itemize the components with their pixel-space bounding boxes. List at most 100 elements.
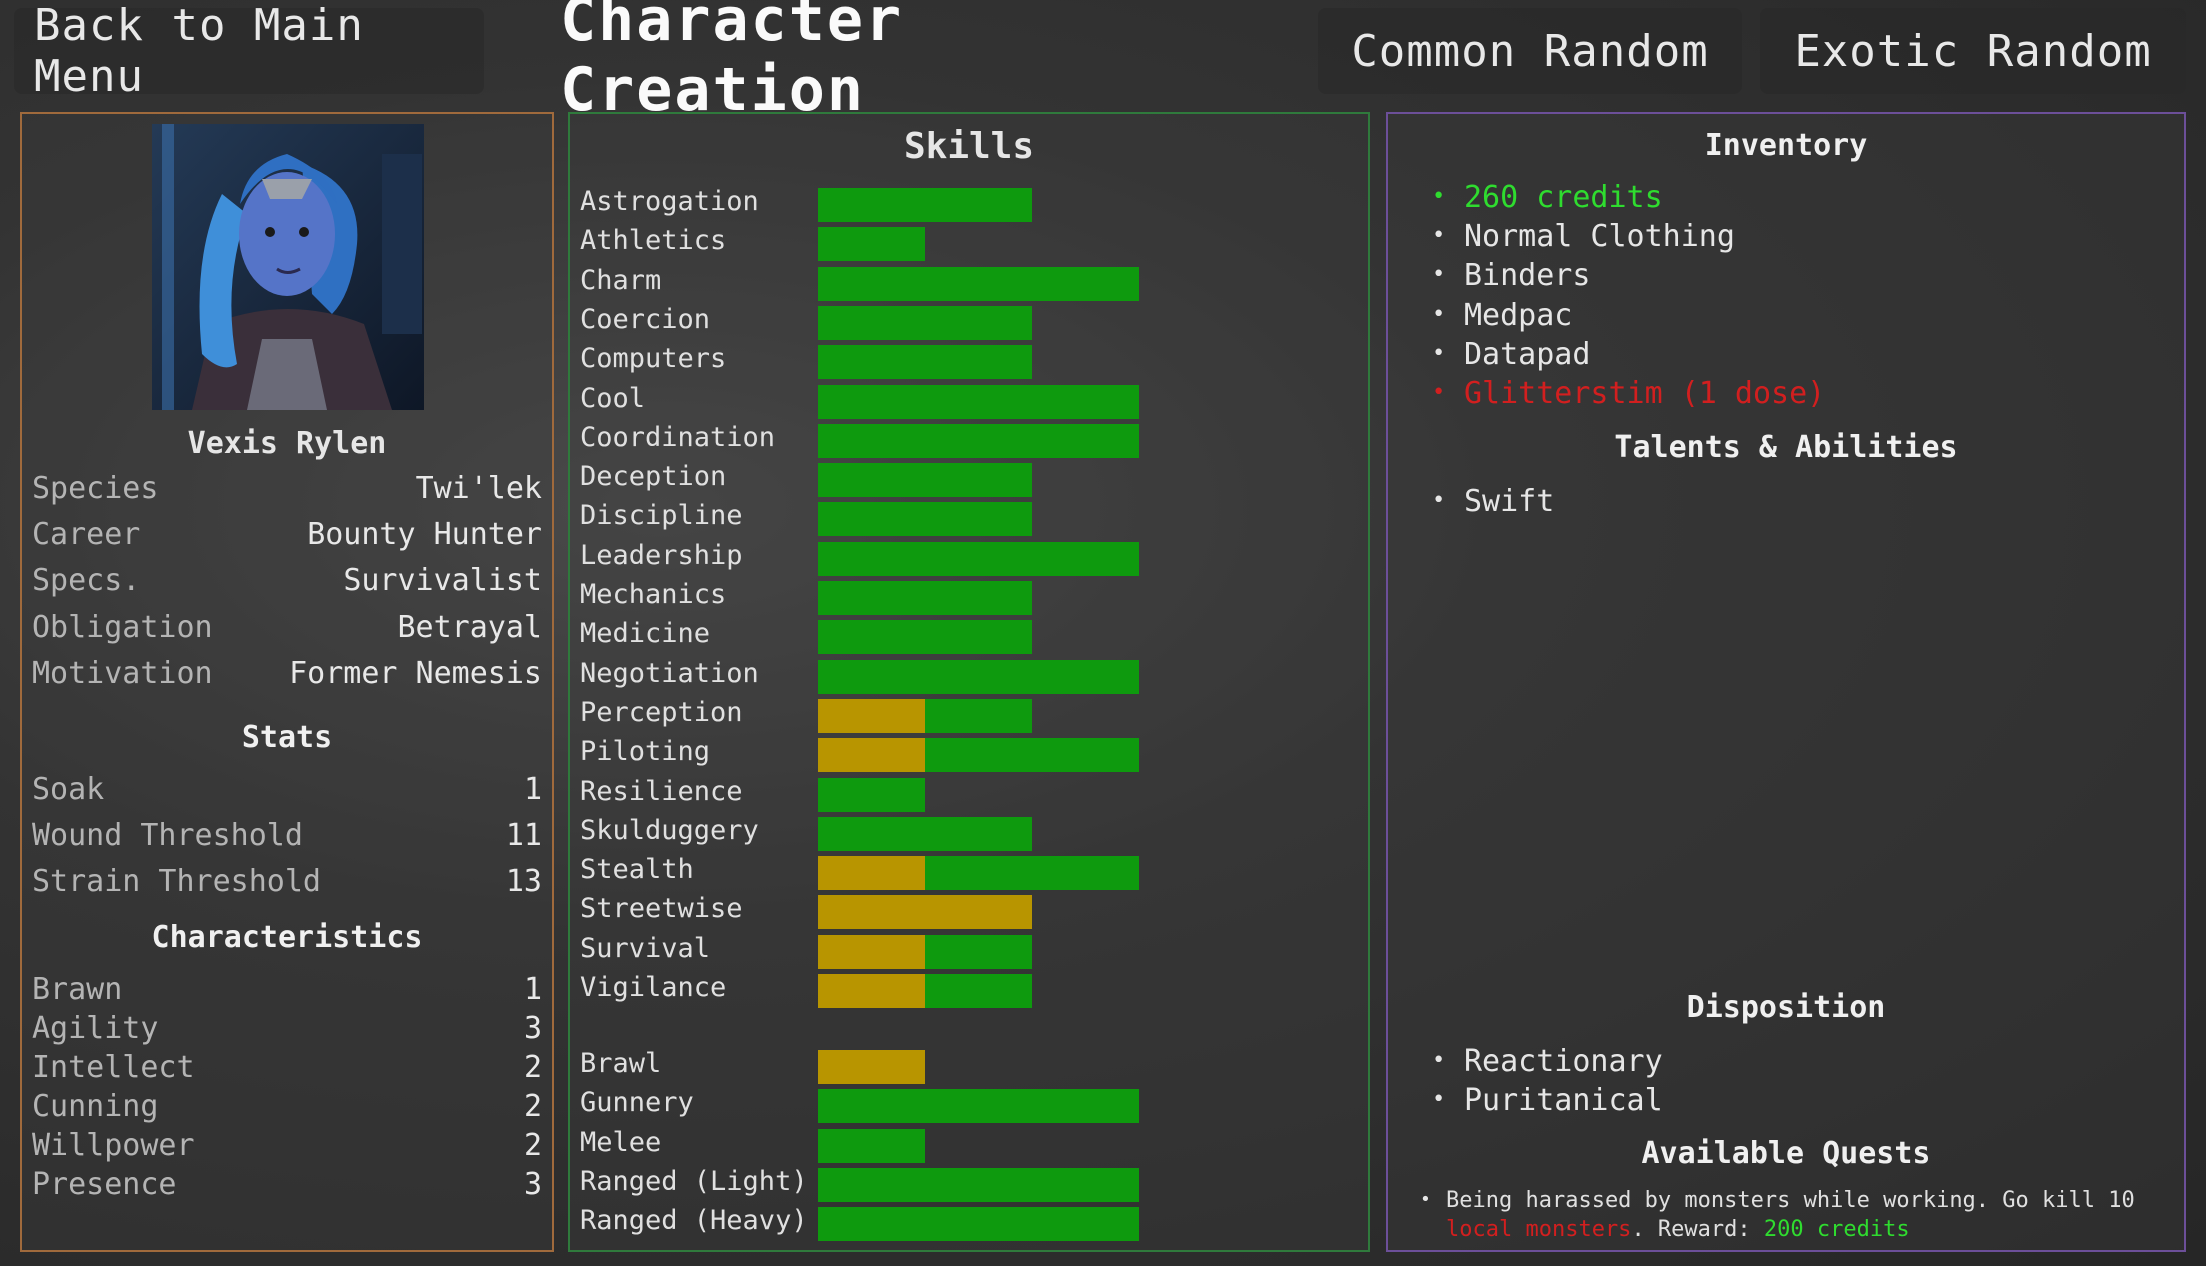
list-item: Glitterstim (1 dose) [1464,376,1826,411]
skill-label: Astrogation [580,186,759,217]
list-bullet: • [1432,488,1446,513]
skill-label: Coercion [580,303,711,335]
info-value: Twi'lek [415,471,542,506]
skill-bar-rank [925,659,1032,694]
character-name: Vexis Rylen [187,426,387,461]
skill-bar-rank [818,188,925,222]
skill-bar-rank [1032,423,1139,458]
skill-label: Coordination [580,421,776,453]
list-item: Medpac [1464,297,1573,333]
skill-bar-rank [818,816,925,851]
stat-row-strain-threshold: Strain Threshold 13 [32,864,542,899]
skill-label: Survival [580,932,711,964]
skill-bar-rank [818,502,925,537]
list-bullet: • [1432,1087,1446,1113]
list-bullet: • [1432,262,1446,288]
skill-bar-rank [818,777,925,812]
skill-bar-rank [1032,384,1139,419]
skill-bar-rank [925,934,1032,969]
list-bullet: • [1432,184,1446,209]
skill-bar-rank [925,423,1032,458]
list-bullet: • [1432,301,1446,327]
list-item: Swift [1464,484,1555,519]
characteristic-row-willpower: Willpower 2 [32,1128,542,1163]
skill-bar-rank [1032,856,1139,891]
characteristic-row-brawn: Brawn 1 [32,972,542,1007]
skills-heading: Skills [903,126,1035,167]
quests-heading: Available Quests [1641,1136,1931,1171]
list-item: Reactionary [1464,1044,1663,1079]
inventory-heading: Inventory [1704,128,1868,163]
skill-bar-rank [925,463,1032,498]
characteristic-row-cunning: Cunning 2 [32,1089,542,1124]
characteristic-value: 1 [523,972,542,1007]
list-item: Normal Clothing [1464,219,1735,255]
skill-label: Vigilance [580,972,727,1003]
characteristic-label: Willpower [32,1128,195,1163]
info-label: Career [32,517,141,552]
skill-label: Cool [580,382,646,414]
info-value: Betrayal [397,610,543,645]
skill-bar-rank [818,620,925,655]
info-value: Bounty Hunter [307,517,542,552]
info-row-career: Career Bounty Hunter [32,517,542,552]
characteristic-value: 3 [523,1167,542,1202]
page-title: Character Creation [560,0,904,125]
skill-bar-characteristic [925,895,1032,930]
skill-bar-rank [1032,1207,1139,1242]
skill-bar-rank [818,305,925,340]
skill-bar-rank [925,541,1032,576]
skill-bar-rank [1032,266,1139,301]
info-value: Survivalist [343,563,542,598]
skill-bar-rank [1032,1167,1139,1202]
skill-label: Skulduggery [580,814,759,846]
skill-bar-rank [925,1089,1032,1124]
list-item: 260 credits [1464,180,1663,215]
skill-label: Leadership [580,539,743,571]
skill-label: Melee [580,1126,662,1158]
skill-bar-rank [818,581,925,615]
skill-bar-rank [1032,541,1139,576]
quest-entry[interactable]: Being harassed by monsters while working… [1446,1186,2144,1244]
skill-label: Perception [580,696,743,728]
skill-bar-characteristic [818,934,925,969]
skill-bar-rank [818,1207,925,1242]
stat-value: 13 [505,864,542,899]
back-to-main-menu-button[interactable]: Back to Main Menu [14,0,484,102]
skill-bar-rank [818,1089,925,1124]
quest-text: Being harassed by monsters while working… [1446,1188,2135,1213]
skill-label: Ranged (Light) [580,1165,808,1197]
character-panel: Vexis Rylen Species Twi'lek Career Bounty … [20,112,554,1252]
skill-label: Charm [580,264,662,296]
quest-reward: 200 credits [1763,1217,1910,1242]
skill-label: Medicine [580,618,711,650]
skill-bar-rank [925,1167,1032,1202]
common-random-button[interactable]: Common Random [1318,8,1742,94]
skill-bar-rank [1032,738,1139,773]
skill-label: Negotiation [580,657,759,689]
info-value: Former Nemesis [289,656,542,691]
skill-label: Resilience [580,775,743,807]
skill-label: Deception [580,461,727,493]
characteristic-value: 2 [523,1050,542,1085]
skill-bar-characteristic [818,974,925,1008]
skill-bar-rank [1032,1089,1139,1124]
skill-bar-rank [925,620,1032,655]
skill-label: Streetwise [580,893,743,925]
stat-row-soak: Soak 1 [32,772,542,807]
characteristic-value: 2 [523,1128,542,1163]
characteristic-row-agility: Agility 3 [32,1011,542,1046]
skill-bar-rank [925,738,1032,773]
info-label: Species [32,471,159,506]
skill-bar-rank [925,816,1032,851]
skill-label: Piloting [580,736,711,768]
characteristic-label: Intellect [32,1050,195,1085]
skill-bar-rank [925,266,1032,301]
stat-row-wound-threshold: Wound Threshold 11 [32,818,542,853]
stat-label: Soak [32,772,105,807]
stat-value: 11 [505,818,542,853]
skill-bar-characteristic [818,856,925,891]
list-item: Datapad [1464,336,1591,372]
exotic-random-button[interactable]: Exotic Random [1760,8,2186,94]
skill-label: Discipline [580,500,743,532]
